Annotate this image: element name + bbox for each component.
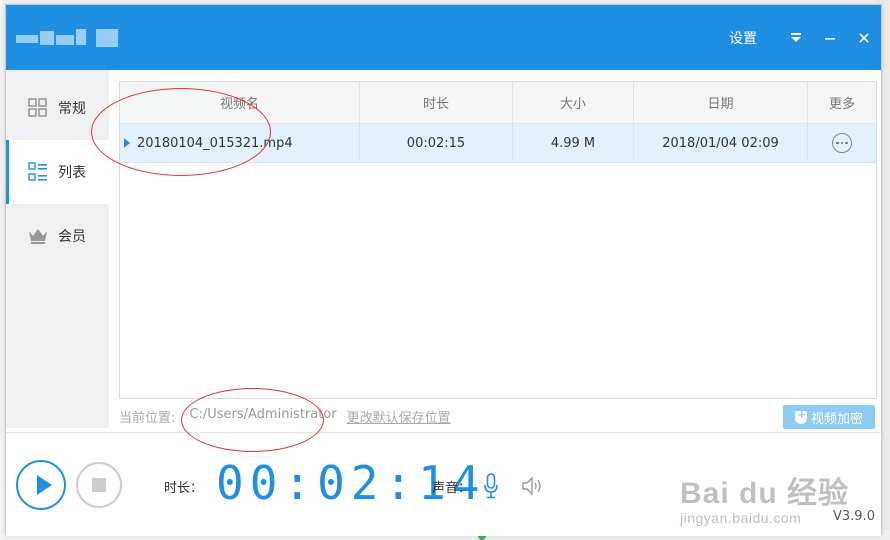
change-save-path-link[interactable]: 更改默认保存位置 bbox=[347, 407, 451, 426]
baidu-watermark: Bai du 经验 jingyan.baidu.com bbox=[680, 468, 849, 526]
dropdown-icon[interactable] bbox=[779, 25, 813, 51]
sidebar-item-label: 列表 bbox=[58, 165, 86, 181]
stop-button[interactable] bbox=[76, 462, 122, 508]
settings-button[interactable]: 设置 bbox=[729, 28, 757, 48]
shield-icon bbox=[794, 408, 807, 424]
grid-icon bbox=[28, 98, 48, 118]
sidebar-item-label: 会员 bbox=[58, 229, 86, 245]
sidebar-item-member[interactable]: 会员 bbox=[6, 204, 109, 268]
sidebar-item-label: 常规 bbox=[58, 101, 86, 117]
path-label: 当前位置: bbox=[119, 411, 176, 426]
more-circle-icon[interactable] bbox=[832, 133, 852, 153]
app-logo bbox=[16, 29, 131, 49]
duration-label: 时长： bbox=[164, 481, 204, 496]
speaker-icon[interactable] bbox=[521, 476, 545, 496]
video-encrypt-button[interactable]: 视频加密 bbox=[783, 405, 875, 429]
sidebar-item-list[interactable]: 列表 bbox=[6, 140, 109, 204]
watermark-main: Bai du 经验 bbox=[680, 477, 850, 510]
column-header-duration[interactable]: 时长 bbox=[360, 82, 513, 123]
annotation-circle-path bbox=[181, 388, 324, 452]
crown-icon bbox=[28, 226, 48, 246]
recorder-window: 设置 常规 列表 会员 视频名 时长 大小 日期 更多 20180104_015… bbox=[5, 4, 882, 536]
video-date: 2018/01/04 02:09 bbox=[634, 124, 808, 162]
list-icon bbox=[28, 162, 48, 182]
title-bar: 设置 bbox=[6, 5, 881, 70]
video-duration: 00:02:15 bbox=[360, 124, 513, 162]
volume-label: 声音： bbox=[432, 481, 472, 496]
annotation-circle-filename bbox=[91, 88, 271, 176]
microphone-icon[interactable] bbox=[484, 473, 498, 499]
close-icon[interactable] bbox=[847, 25, 881, 51]
encrypt-button-label: 视频加密 bbox=[810, 411, 863, 427]
column-header-size[interactable]: 大小 bbox=[513, 82, 634, 123]
play-button[interactable] bbox=[16, 460, 66, 510]
video-size: 4.99 M bbox=[513, 124, 634, 162]
minimize-icon[interactable] bbox=[813, 25, 847, 51]
watermark-sub: jingyan.baidu.com bbox=[680, 510, 802, 526]
column-header-date[interactable]: 日期 bbox=[634, 82, 808, 123]
column-header-more: 更多 bbox=[828, 97, 855, 112]
